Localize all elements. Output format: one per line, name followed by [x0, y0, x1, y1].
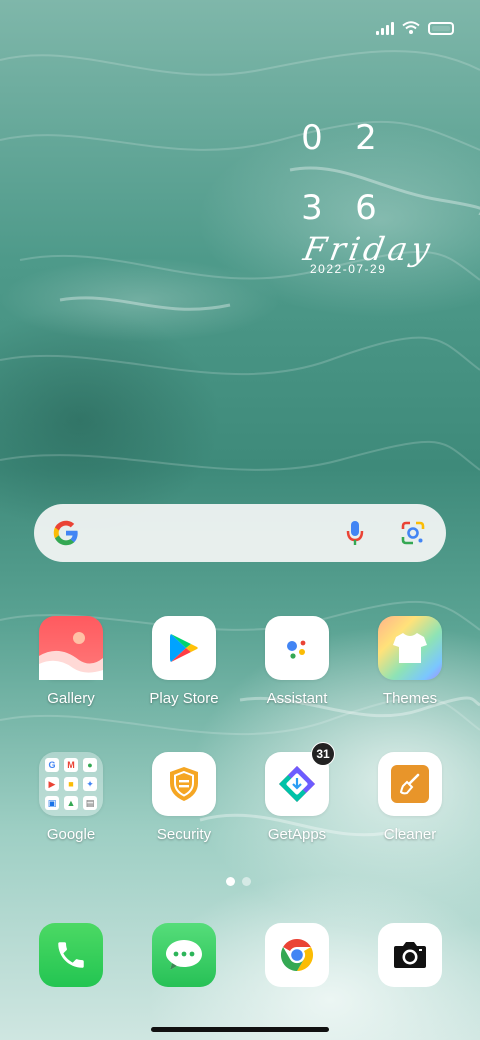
dock-messages[interactable] [152, 923, 216, 987]
battery-icon [428, 21, 454, 35]
microphone-icon[interactable] [340, 518, 370, 548]
clock-minutes: 3 6 [300, 188, 440, 234]
date-label: 2022-07-29 [310, 262, 387, 276]
notification-badge: 31 [311, 742, 335, 766]
page-dot[interactable] [242, 877, 251, 886]
meet-mini-icon: ■ [64, 777, 78, 791]
folder-google[interactable]: G M ● ▶ ■ ✦ ▣ ▲ ▤ Google [16, 752, 126, 843]
google-search-bar[interactable] [34, 504, 446, 562]
gallery-icon [39, 616, 103, 680]
signal-icon [376, 21, 394, 35]
home-indicator[interactable] [151, 1027, 329, 1032]
cleaner-brush-icon [378, 752, 442, 816]
google-mini-icon: G [45, 758, 59, 772]
app-themes[interactable]: Themes [355, 616, 465, 707]
app-label: Google [46, 826, 96, 843]
app-getapps[interactable]: 31 GetApps [242, 742, 352, 843]
youtube-mini-icon: ▶ [45, 777, 59, 791]
files-mini-icon: ▤ [83, 796, 97, 810]
dock-phone[interactable] [39, 923, 103, 987]
app-assistant[interactable]: Assistant [242, 616, 352, 707]
photos-mini-icon: ✦ [83, 777, 97, 791]
dock-camera[interactable] [378, 923, 442, 987]
google-lens-icon[interactable] [398, 518, 428, 548]
chrome-icon [280, 938, 314, 972]
app-gallery[interactable]: Gallery [16, 616, 126, 707]
play-store-icon [152, 616, 216, 680]
app-security[interactable]: Security [129, 752, 239, 843]
app-label: Play Store [149, 690, 219, 707]
security-shield-icon [152, 752, 216, 816]
minute-digit: 6 [355, 188, 379, 228]
app-label: Themes [382, 690, 438, 707]
app-label: Security [156, 826, 212, 843]
app-label: Gallery [47, 690, 95, 707]
app-label: Assistant [266, 690, 328, 707]
app-cleaner[interactable]: Cleaner [355, 752, 465, 843]
phone-icon [58, 942, 84, 968]
google-folder-icon: G M ● ▶ ■ ✦ ▣ ▲ ▤ [39, 752, 103, 816]
clock-hours: 0 2 [300, 118, 440, 164]
app-label: Cleaner [383, 826, 437, 843]
gmail-mini-icon: M [64, 758, 78, 772]
hour-digit: 0 [301, 118, 325, 158]
page-dot-active[interactable] [226, 877, 235, 886]
wifi-icon [402, 21, 420, 34]
minute-digit: 3 [301, 188, 325, 228]
maps-mini-icon: ● [83, 758, 97, 772]
page-indicator[interactable] [226, 877, 251, 886]
app-play-store[interactable]: Play Store [129, 616, 239, 707]
camera-icon [394, 942, 426, 968]
themes-icon [378, 616, 442, 680]
dock-chrome[interactable] [265, 923, 329, 987]
messages-icon [166, 940, 202, 970]
getapps-icon: 31 [265, 742, 335, 816]
clock-widget[interactable]: 0 2 3 6 Friday 2022-07-29 [300, 118, 440, 276]
app-label: GetApps [267, 826, 327, 843]
google-g-icon [53, 520, 78, 546]
duo-mini-icon: ▣ [45, 796, 59, 810]
drive-mini-icon: ▲ [64, 796, 78, 810]
hour-digit: 2 [355, 118, 379, 158]
assistant-icon [265, 616, 329, 680]
status-bar [376, 16, 454, 40]
